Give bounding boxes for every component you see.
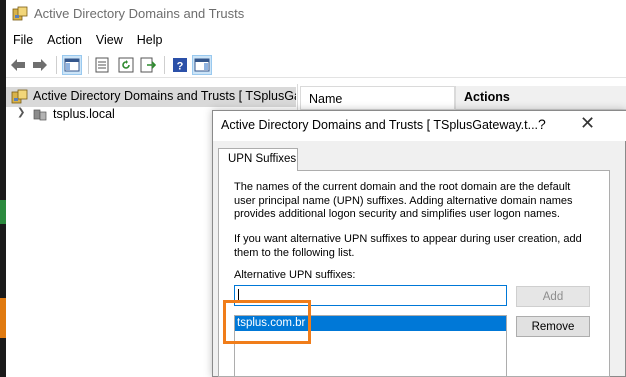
menu-bar: File Action View Help [6,30,170,50]
tree-item-tsplus-local[interactable]: tsplus.local [53,107,115,121]
upn-instruction: If you want alternative UPN suffixes to … [234,233,582,259]
dialog-help-button[interactable]: ? [538,116,546,132]
toolbar-separator [164,56,165,74]
add-button[interactable]: Add [516,286,590,307]
toolbar-separator [56,56,57,74]
actions-pane-header: Actions [455,86,626,110]
highlight-box [223,300,311,344]
toolbar-separator [88,56,89,74]
tab-label: UPN Suffixes [228,153,297,165]
close-icon[interactable]: ✕ [580,113,595,134]
tab-upn-suffixes[interactable]: UPN Suffixes [218,148,298,171]
chevron-right-icon[interactable]: ❯ [17,107,25,118]
toolbar: ? [6,52,626,78]
domain-icon [33,109,47,121]
actions-title: Actions [464,90,510,104]
show-hide-console-tree-icon[interactable] [62,55,82,75]
menu-help[interactable]: Help [130,30,170,50]
menu-file[interactable]: File [6,30,40,50]
back-arrow-icon[interactable] [8,55,28,75]
menu-view[interactable]: View [89,30,130,50]
window-title: Active Directory Domains and Trusts [34,6,245,21]
domains-trusts-app-icon [12,6,28,21]
show-hide-action-pane-icon[interactable] [192,55,212,75]
export-list-icon[interactable] [138,55,158,75]
tree-root-label[interactable]: Active Directory Domains and Trusts [ TS… [33,89,296,103]
name-column-label: Name [309,92,343,106]
remove-button[interactable]: Remove [516,316,590,337]
dialog-title: Active Directory Domains and Trusts [ TS… [221,118,539,132]
svg-text:?: ? [177,61,184,73]
forward-arrow-icon[interactable] [30,55,50,75]
alt-upn-label: Alternative UPN suffixes: [234,269,356,281]
refresh-icon[interactable] [116,55,136,75]
menu-action[interactable]: Action [40,30,89,50]
help-icon[interactable]: ? [170,55,190,75]
properties-icon[interactable] [92,55,112,75]
domains-trusts-icon [11,89,28,104]
upn-description: The names of the current domain and the … [234,181,573,220]
name-column-header[interactable]: Name [300,86,455,110]
